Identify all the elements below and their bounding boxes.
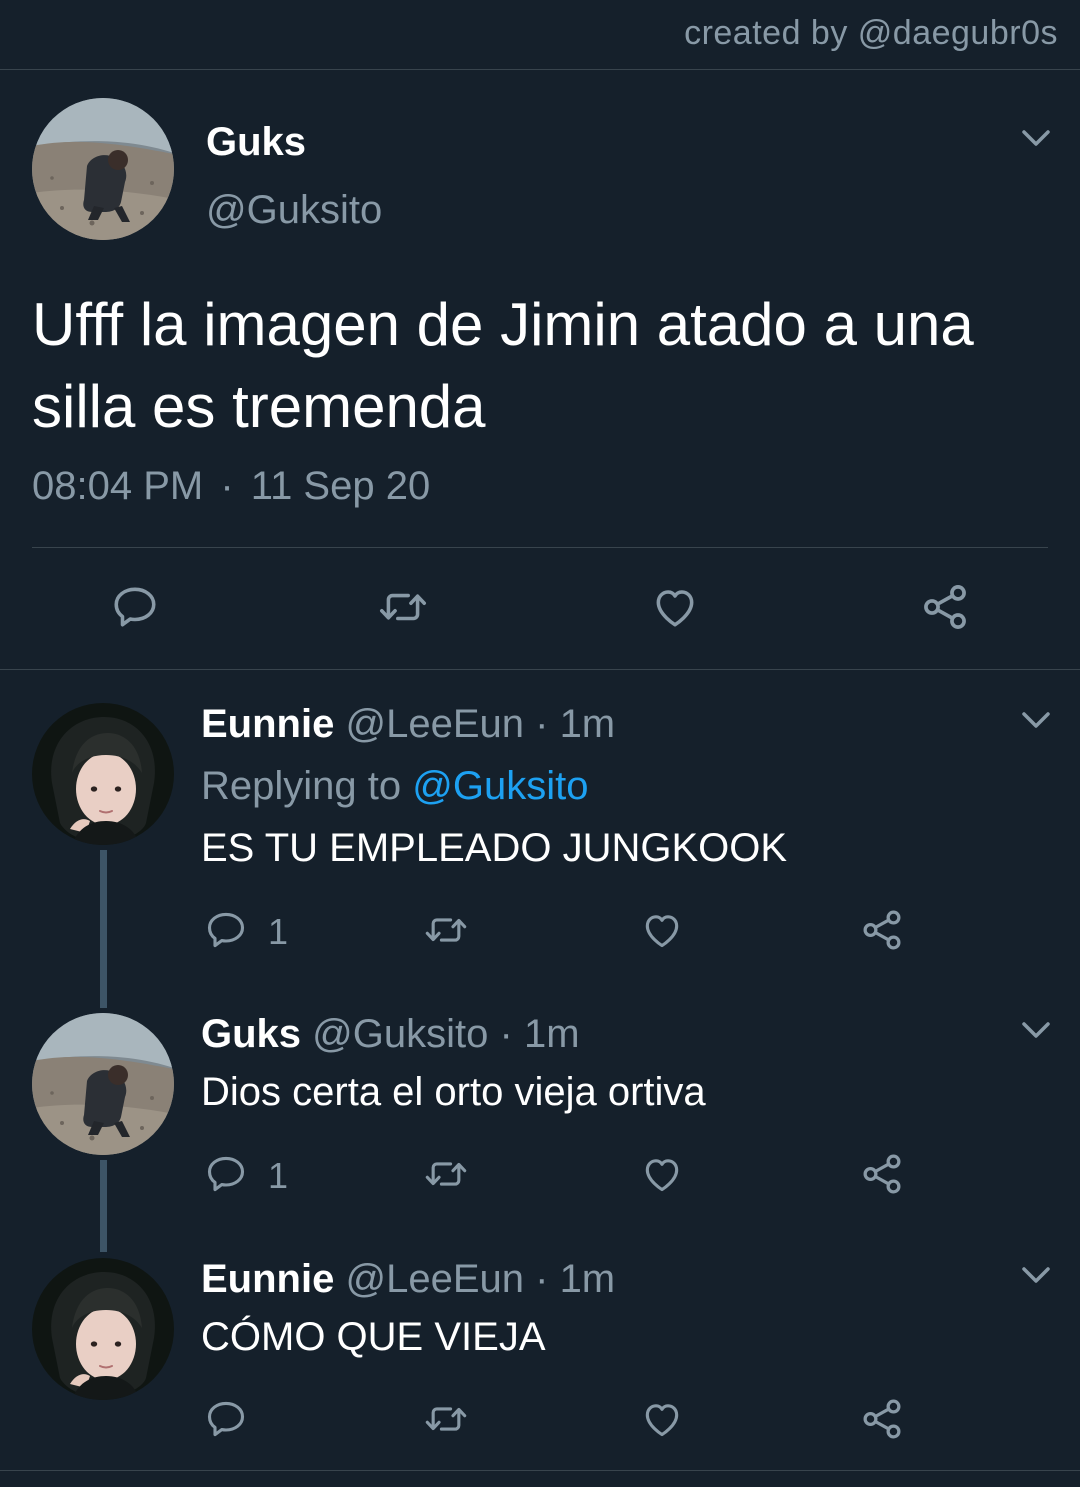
meta-separator: · bbox=[535, 702, 549, 746]
tweet-time: 08:04 PM bbox=[32, 464, 204, 508]
replying-to: Replying to @Guksito bbox=[201, 764, 588, 809]
retweet-icon[interactable] bbox=[420, 908, 472, 952]
author-handle[interactable]: @LeeEun bbox=[345, 702, 524, 746]
reply-header: Eunnie @LeeEun · 1m bbox=[201, 1257, 615, 1302]
author-name[interactable]: Guks bbox=[201, 1012, 301, 1056]
chevron-down-icon[interactable] bbox=[1018, 708, 1054, 732]
avatar-guks[interactable] bbox=[32, 98, 174, 240]
reply-count: 1 bbox=[268, 1155, 289, 1196]
tweet-timestamp: 08:04 PM · 11 Sep 20 bbox=[32, 464, 430, 509]
share-icon[interactable] bbox=[859, 1151, 905, 1197]
reply-header: Guks @Guksito · 1m bbox=[201, 1012, 580, 1057]
tweet-divider bbox=[32, 547, 1048, 548]
bottom-divider bbox=[0, 1470, 1080, 1471]
meta-separator: · bbox=[499, 1012, 513, 1056]
mention-link[interactable]: @Guksito bbox=[412, 764, 588, 808]
reply-time: 1m bbox=[559, 702, 616, 746]
creator-credit: created by @daegubr0s bbox=[684, 14, 1058, 52]
author-name[interactable]: Eunnie bbox=[201, 1257, 334, 1301]
author-handle[interactable]: @LeeEun bbox=[345, 1257, 524, 1301]
reply-time: 1m bbox=[523, 1012, 580, 1056]
retweet-icon[interactable] bbox=[372, 582, 434, 632]
reply-icon[interactable] bbox=[204, 908, 248, 952]
like-icon[interactable] bbox=[639, 908, 685, 952]
share-icon[interactable] bbox=[859, 1396, 905, 1442]
reply-count: 1 bbox=[268, 911, 289, 952]
like-icon[interactable] bbox=[648, 582, 702, 632]
reply-icon[interactable] bbox=[204, 1397, 248, 1441]
like-icon[interactable] bbox=[639, 1397, 685, 1441]
avatar-eunnie[interactable] bbox=[32, 703, 174, 845]
tweet-text: Ufff la imagen de Jimin atado a una sill… bbox=[32, 291, 974, 440]
reply-icon[interactable] bbox=[204, 1152, 248, 1196]
thread-connector bbox=[100, 850, 107, 1008]
reply-header: Eunnie @LeeEun · 1m bbox=[201, 702, 615, 747]
reply-time: 1m bbox=[559, 1257, 616, 1301]
author-handle[interactable]: @Guksito bbox=[312, 1012, 488, 1056]
author-name[interactable]: Eunnie bbox=[201, 702, 334, 746]
reply-text: CÓMO QUE VIEJA bbox=[201, 1315, 546, 1359]
meta-separator: · bbox=[535, 1257, 549, 1301]
top-divider bbox=[0, 69, 1080, 70]
reply-icon[interactable] bbox=[110, 582, 160, 632]
avatar-guks[interactable] bbox=[32, 1013, 174, 1155]
meta-separator: · bbox=[220, 464, 234, 508]
share-icon[interactable] bbox=[919, 581, 971, 633]
chevron-down-icon[interactable] bbox=[1018, 1263, 1054, 1287]
retweet-icon[interactable] bbox=[420, 1152, 472, 1196]
replying-prefix: Replying to bbox=[201, 764, 413, 808]
share-icon[interactable] bbox=[859, 907, 905, 953]
reply-text: ES TU EMPLEADO JUNGKOOK bbox=[201, 826, 788, 870]
tweet-date: 11 Sep 20 bbox=[250, 464, 431, 508]
chevron-down-icon[interactable] bbox=[1018, 1018, 1054, 1042]
author-handle[interactable]: @Guksito bbox=[206, 188, 382, 233]
avatar-eunnie[interactable] bbox=[32, 1258, 174, 1400]
reply-text: Dios certa el orto vieja ortiva bbox=[201, 1070, 706, 1114]
chevron-down-icon[interactable] bbox=[1018, 126, 1054, 150]
section-divider bbox=[0, 669, 1080, 670]
like-icon[interactable] bbox=[639, 1152, 685, 1196]
retweet-icon[interactable] bbox=[420, 1397, 472, 1441]
thread-connector bbox=[100, 1160, 107, 1252]
author-name[interactable]: Guks bbox=[206, 120, 306, 165]
